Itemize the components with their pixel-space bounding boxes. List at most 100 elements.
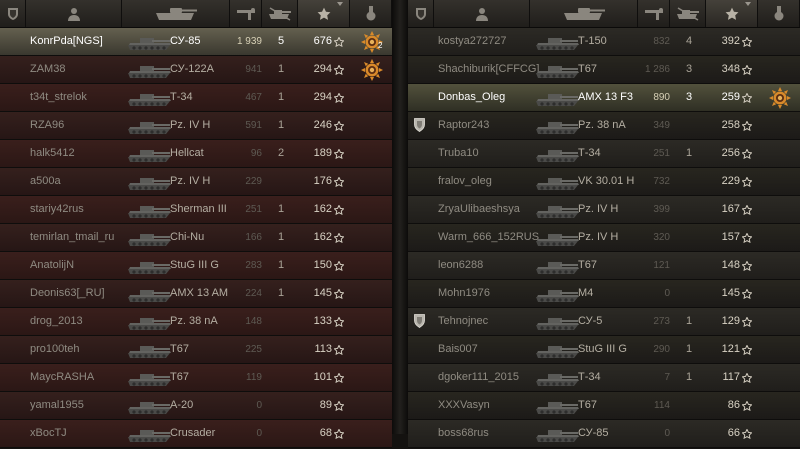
player-row[interactable]: dgoker111_2015 Т-34 7 1 117 (408, 364, 800, 392)
player-row[interactable]: RZA96 Pz. IV H 591 1 246 (0, 112, 392, 140)
frags-value (270, 308, 292, 335)
tank-icon (126, 337, 172, 362)
star-icon (333, 288, 345, 300)
player-row[interactable]: Warm_666_152RUS Pz. IV H 320 157 (408, 224, 800, 252)
player-row[interactable]: ZryaUlibaeshsya Pz. IV H 399 167 (408, 196, 800, 224)
frags-value (270, 336, 292, 363)
score-value: 117 (722, 371, 740, 383)
star-icon (333, 64, 345, 76)
sort-column-player[interactable] (26, 0, 122, 27)
sort-column-experience[interactable] (230, 0, 262, 27)
experience-value: 7 (664, 372, 670, 383)
tank-icon (126, 57, 172, 82)
team-right-panel: kostya272727 Т-150 832 4 392 Shachiburik[CFFC… (408, 0, 800, 448)
star-icon (333, 400, 345, 412)
sort-column-medal[interactable] (758, 0, 800, 27)
experience-value: 251 (653, 148, 670, 159)
player-row[interactable]: Tehnojnec СУ-5 273 1 129 (408, 308, 800, 336)
sort-column-frags[interactable] (670, 0, 706, 27)
experience-value: 399 (653, 204, 670, 215)
player-row[interactable]: fralov_oleg VK 30.01 H 732 229 (408, 168, 800, 196)
star-icon (741, 92, 753, 104)
experience-value: 591 (245, 120, 262, 131)
star-icon (333, 344, 345, 356)
score-value: 189 (313, 147, 332, 159)
player-row[interactable]: halk5412 Hellcat 96 2 189 (0, 140, 392, 168)
star-icon (741, 36, 753, 48)
score-value: 145 (721, 287, 740, 299)
star-icon (333, 316, 345, 328)
player-row[interactable]: KonrPda[NGS] СУ-85 1 939 5 676 2 (0, 28, 392, 56)
frags-value: 1 (277, 287, 285, 299)
player-row[interactable]: a500a Pz. IV H 229 176 (0, 168, 392, 196)
tank-icon (126, 197, 172, 222)
frags-icon (267, 6, 293, 21)
experience-value: 290 (653, 344, 670, 355)
team-left-panel: KonrPda[NGS] СУ-85 1 939 5 676 2 ZAM38 СУ-122А 9… (0, 0, 392, 448)
player-row[interactable]: leon6288 T67 121 148 (408, 252, 800, 280)
score-value: 167 (721, 203, 740, 215)
frags-icon (675, 6, 701, 21)
experience-value: 166 (245, 232, 262, 243)
star-icon (333, 120, 345, 132)
star-icon (741, 372, 753, 384)
player-row[interactable]: ZAM38 СУ-122А 941 1 294 (0, 56, 392, 84)
player-row[interactable]: stariy42rus Sherman III 251 1 162 (0, 196, 392, 224)
player-row[interactable]: Truba10 Т-34 251 1 256 (408, 140, 800, 168)
frags-value (270, 392, 292, 419)
player-row[interactable]: yamal1955 A-20 0 89 (0, 392, 392, 420)
frags-value (678, 196, 700, 223)
experience-value: 224 (245, 288, 262, 299)
sort-column-vehicle[interactable] (122, 0, 230, 27)
tank-icon (534, 169, 580, 194)
score-value: 150 (313, 259, 332, 271)
frags-value (678, 392, 700, 419)
player-row[interactable]: drog_2013 Pz. 38 nA 148 133 (0, 308, 392, 336)
frags-value (678, 168, 700, 195)
tank-icon (534, 225, 580, 250)
star-icon (741, 204, 753, 216)
sort-column-score-star[interactable] (298, 0, 350, 27)
sort-column-medal[interactable] (350, 0, 392, 27)
player-row[interactable]: XXXVasyn T67 114 86 (408, 392, 800, 420)
sort-column-platoon[interactable] (408, 0, 434, 27)
sort-column-score-star[interactable] (706, 0, 758, 27)
player-row[interactable]: Deonis63[_RU] AMX 13 AM 224 1 145 (0, 280, 392, 308)
tank-icon (126, 29, 172, 54)
sort-column-experience[interactable] (638, 0, 670, 27)
sort-column-vehicle[interactable] (530, 0, 638, 27)
experience-value: 251 (245, 204, 262, 215)
star-icon (741, 120, 753, 132)
score-value: 162 (313, 231, 332, 243)
player-row[interactable]: t34t_strelok Т-34 467 1 294 (0, 84, 392, 112)
sort-column-platoon[interactable] (0, 0, 26, 27)
frags-value: 1 (277, 231, 285, 243)
frags-value: 3 (685, 63, 693, 75)
player-row[interactable]: temirlan_tmail_ru Chi-Nu 166 1 162 (0, 224, 392, 252)
star-icon (741, 400, 753, 412)
sort-column-player[interactable] (434, 0, 530, 27)
player-row[interactable]: Mohn1976 M4 0 145 (408, 280, 800, 308)
score-value: 86 (727, 399, 740, 411)
star-icon (333, 148, 345, 160)
player-row[interactable]: AnatolijN StuG III G 283 1 150 (0, 252, 392, 280)
tank-icon (534, 29, 580, 54)
player-row[interactable]: Bais007 StuG III G 290 1 121 (408, 336, 800, 364)
player-row[interactable]: Donbas_Oleg AMX 13 F3 890 3 259 (408, 84, 800, 112)
experience-icon (643, 7, 665, 21)
sort-column-frags[interactable] (262, 0, 298, 27)
player-list: KonrPda[NGS] СУ-85 1 939 5 676 2 ZAM38 СУ-122А 9… (0, 28, 392, 448)
experience-value: 225 (245, 344, 262, 355)
player-row[interactable]: xBocTJ Crusader 0 68 (0, 420, 392, 448)
player-row[interactable]: Shachiburik[CFFCG] T67 1 286 3 348 (408, 56, 800, 84)
player-row[interactable]: pro100teh T67 225 113 (0, 336, 392, 364)
ace-tanker-medal-icon (361, 59, 383, 81)
player-row[interactable]: kostya272727 Т-150 832 4 392 (408, 28, 800, 56)
player-row[interactable]: boss68rus СУ-85 0 66 (408, 420, 800, 448)
frags-value (270, 168, 292, 195)
player-row[interactable]: Raptor243 Pz. 38 nA 349 258 (408, 112, 800, 140)
star-icon (741, 176, 753, 188)
score-value: 294 (313, 91, 332, 103)
player-row[interactable]: MaycRASHA T67 119 101 (0, 364, 392, 392)
frags-value: 1 (685, 315, 693, 327)
